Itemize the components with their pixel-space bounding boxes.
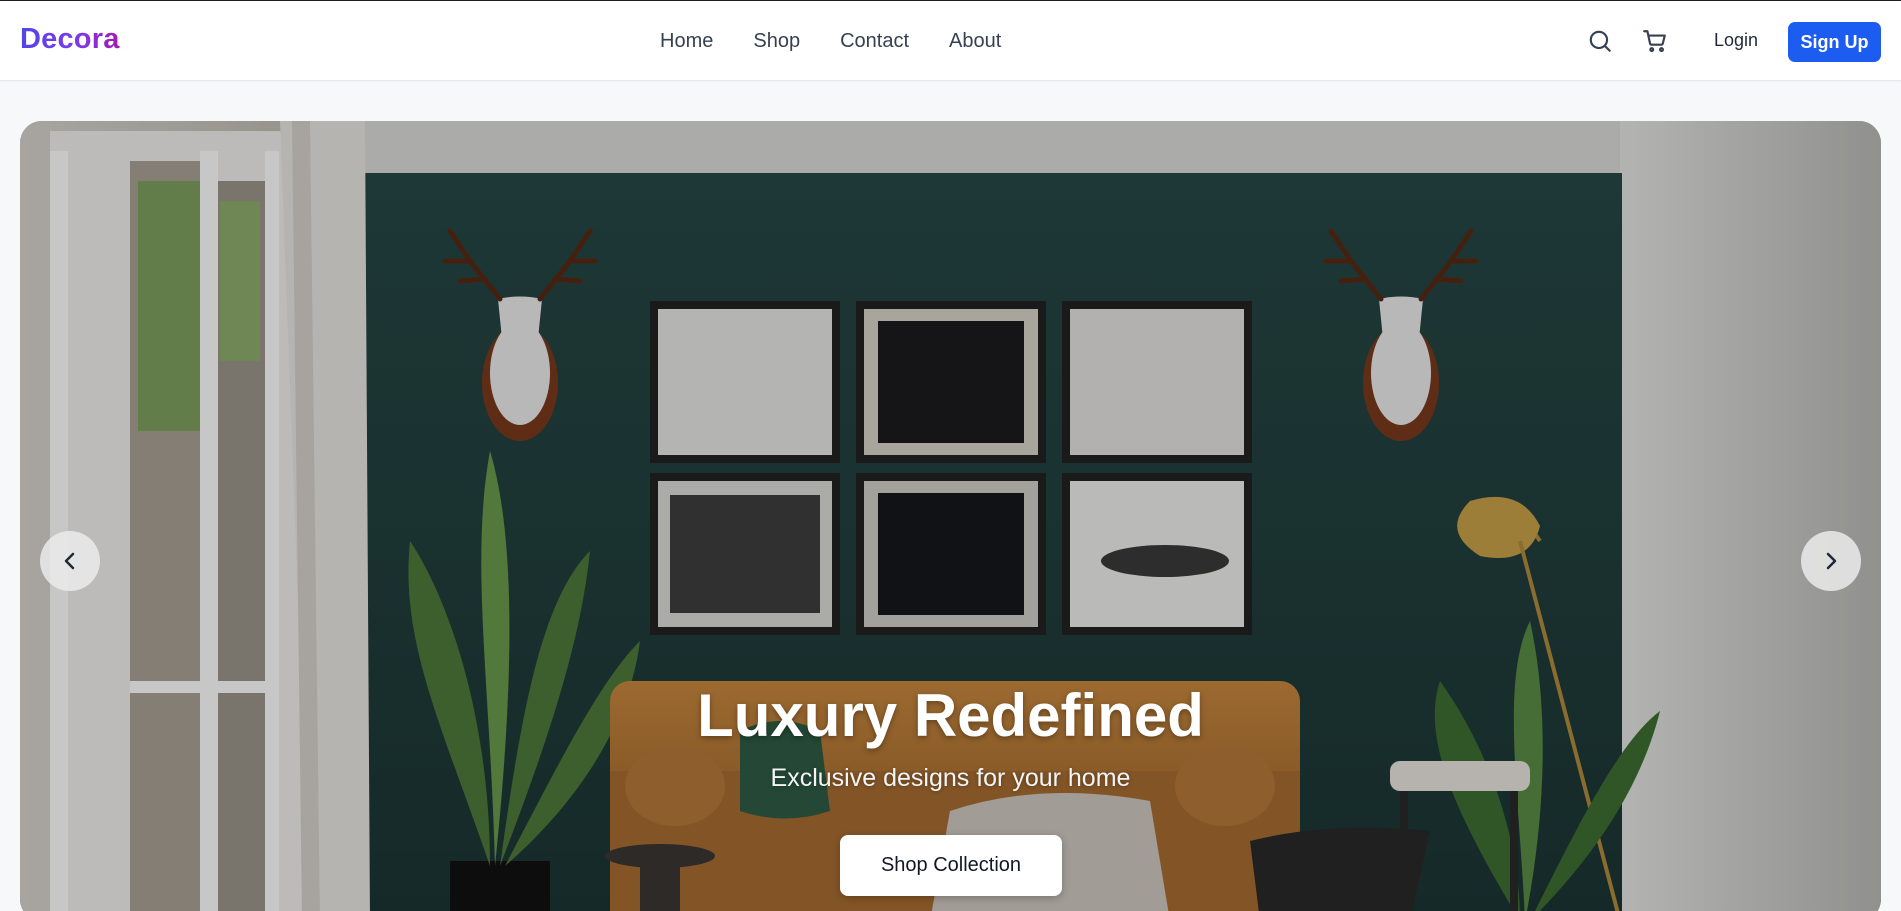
nav-home-link[interactable]: Home [660, 30, 713, 53]
cart-button[interactable] [1641, 27, 1669, 55]
main-nav: Home Shop Contact About [660, 1, 1001, 81]
nav-contact-link[interactable]: Contact [840, 30, 909, 53]
chevron-left-icon [64, 552, 75, 570]
nav-about-link[interactable]: About [949, 30, 1001, 53]
nav-shop-link[interactable]: Shop [753, 30, 800, 53]
search-button[interactable] [1586, 27, 1614, 55]
signup-button[interactable]: Sign Up [1788, 22, 1881, 62]
brand-logo[interactable]: Decora [20, 23, 120, 56]
hero-subtitle: Exclusive designs for your home [770, 764, 1131, 792]
shop-collection-button[interactable]: Shop Collection [840, 835, 1062, 896]
hero-title: Luxury Redefined [697, 682, 1204, 749]
login-button[interactable]: Login [1714, 30, 1758, 51]
cart-icon [1643, 30, 1666, 53]
search-icon [1589, 30, 1611, 52]
carousel-next-button[interactable] [1801, 531, 1861, 591]
site-header: Decora Home Shop Contact About Login Sig… [0, 1, 1901, 81]
chevron-right-icon [1826, 552, 1837, 570]
carousel-prev-button[interactable] [40, 531, 100, 591]
hero-carousel: Luxury Redefined Exclusive designs for y… [20, 121, 1881, 911]
